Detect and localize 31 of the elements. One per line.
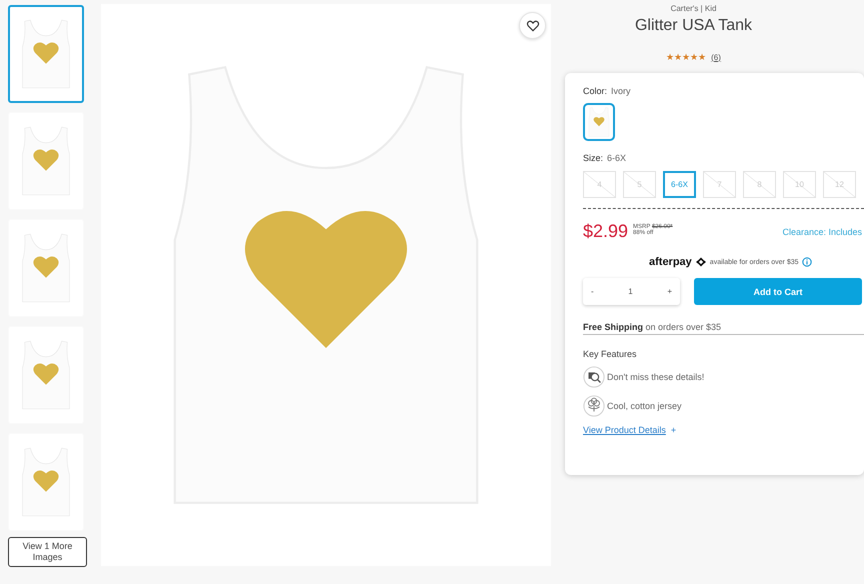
add-to-cart-button[interactable]: Add to Cart [694, 278, 862, 305]
size-option[interactable]: 6-6X [663, 171, 696, 198]
color-value: Ivory [611, 86, 631, 96]
color-label: Color: [583, 86, 608, 96]
brand-label: Carter's | Kid [670, 4, 716, 13]
info-icon[interactable] [802, 257, 812, 267]
color-swatch[interactable] [583, 103, 615, 141]
size-label: Size: [583, 153, 604, 163]
increment-button[interactable]: + [667, 287, 672, 296]
feature-text: Don't miss these details! [607, 372, 704, 382]
cotton-icon [583, 395, 605, 417]
heart-icon [526, 18, 540, 32]
review-count-link[interactable]: (6) [711, 52, 721, 62]
star-rating: ★★★★★ [666, 52, 706, 62]
magnifier-icon [583, 366, 605, 388]
quantity-stepper[interactable]: - 1 + [583, 278, 680, 305]
favorite-button[interactable] [519, 12, 546, 39]
afterpay-logo: afterpay [649, 256, 692, 268]
feature-text: Cool, cotton jersey [607, 401, 682, 411]
thumbnail-photo[interactable] [8, 5, 84, 103]
size-value: 6-6X [607, 153, 626, 163]
sale-price: $2.99 [583, 221, 628, 242]
product-title: Glitter USA Tank [634, 17, 752, 35]
view-more-images-button[interactable]: View 1 More Images [8, 537, 87, 567]
decrement-button[interactable]: - [591, 287, 594, 296]
view-details-link[interactable]: View Product Details [583, 425, 666, 435]
quantity-value: 1 [628, 287, 633, 296]
key-features-heading: Key Features [583, 349, 638, 359]
clearance-link[interactable]: Clearance: Includes [782, 226, 862, 236]
expand-icon[interactable]: + [670, 425, 676, 435]
shipping-note: Free Shipping on orders over $35 [583, 322, 864, 335]
